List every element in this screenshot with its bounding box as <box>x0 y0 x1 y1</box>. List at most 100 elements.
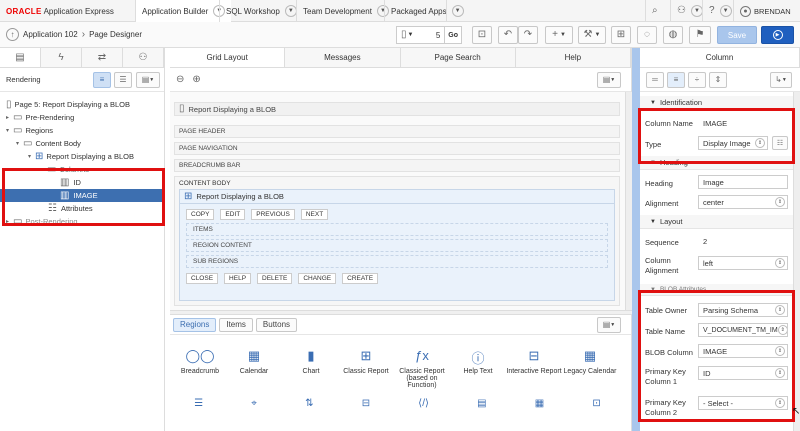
slot-edit[interactable]: EDIT <box>220 209 246 220</box>
tab-processing[interactable]: ⇄ <box>82 48 123 67</box>
component-view-button[interactable]: ☰ <box>114 71 132 88</box>
lines-icon: ≡ <box>673 74 679 84</box>
slot-copy[interactable]: COPY <box>186 209 215 220</box>
gallery-item-legacy-calendar[interactable]: ▦ Legacy Calendar <box>560 348 620 375</box>
save-button[interactable]: Save <box>717 26 757 44</box>
run-button[interactable]: ▶ <box>761 26 794 44</box>
expand-all-button[interactable]: ⇕ <box>709 71 727 88</box>
select-alignment[interactable]: center ⇕ <box>698 195 788 209</box>
utilities-menu-button[interactable]: ⚒ ▼ <box>578 26 606 44</box>
show-common-button[interactable]: ═ <box>646 71 664 88</box>
slot-close[interactable]: CLOSE <box>186 273 219 284</box>
slot-sub-regions[interactable]: SUB REGIONS <box>186 255 608 268</box>
slot-page-header[interactable]: PAGE HEADER <box>174 125 620 138</box>
tab-shared-components[interactable]: ⚇ <box>123 48 164 67</box>
tab-grid-layout[interactable]: Grid Layout <box>170 48 286 67</box>
create-menu-button[interactable]: + ▼ <box>545 26 573 44</box>
grid-icon[interactable]: ▦ <box>535 399 544 409</box>
tab-sql-workshop[interactable]: SQL Workshop ▼ <box>219 0 303 22</box>
gallery-tab-buttons[interactable]: Buttons <box>255 317 298 332</box>
input-heading[interactable]: Image <box>698 175 788 189</box>
team-dev-button[interactable]: ◍ <box>663 26 683 44</box>
slot-page-navigation[interactable]: PAGE NAVIGATION <box>174 142 620 155</box>
tree-icon[interactable]: ⊟ <box>362 399 370 409</box>
tab-packaged-apps[interactable]: Packaged Apps ▼ <box>384 0 470 22</box>
chevron-down-icon: ▼ <box>559 32 566 38</box>
report-region-box[interactable]: ⊞ Report Displaying a BLOB COPY EDIT PREV… <box>179 189 615 301</box>
up-arrow-icon[interactable]: ↑ <box>6 28 19 41</box>
slot-help[interactable]: HELP <box>224 273 252 284</box>
slot-next[interactable]: NEXT <box>300 209 329 220</box>
code-icon[interactable]: ⟨/⟩ <box>418 399 429 409</box>
list-icon[interactable]: ☰ <box>194 399 203 409</box>
tab-messages[interactable]: Messages <box>285 48 401 67</box>
gallery-item-calendar[interactable]: ▦ Calendar <box>224 348 284 375</box>
grid-scrollbar[interactable] <box>625 92 632 310</box>
breadcrumb-app[interactable]: Application 102 <box>23 30 78 39</box>
gallery-item-classic-report-function[interactable]: ƒx Classic Report (based on Function) <box>392 348 452 389</box>
tree-node-report-region[interactable]: ▾ ⊞ Report Displaying a BLOB <box>0 150 164 163</box>
tree-menu-button[interactable]: ▤ ▼ <box>136 71 160 88</box>
select-value: left <box>703 258 714 268</box>
tree-node-content-body[interactable]: ▾ ▭ Content Body <box>0 137 164 150</box>
gallery-item-chart[interactable]: ▮ Chart <box>281 348 341 375</box>
chevron-down-icon[interactable]: ▼ <box>284 5 297 17</box>
user-menu[interactable]: ● BRENDAN <box>733 0 797 22</box>
tab-help[interactable]: Help <box>516 48 631 67</box>
lock-page-button[interactable]: ⊡ <box>472 26 492 44</box>
tab-rendering[interactable]: ▤ <box>0 48 41 67</box>
tab-page-search[interactable]: Page Search <box>401 48 516 67</box>
map-pin-icon[interactable]: ⌖ <box>251 399 257 409</box>
grid-menu-button[interactable]: ▤ ▼ <box>597 71 621 88</box>
tab-team-development[interactable]: Team Development ▼ <box>296 0 395 22</box>
comments-button[interactable]: ◌ <box>637 26 657 44</box>
page-selector[interactable]: ▯ ▼ 5 Go <box>396 26 462 44</box>
cards-icon[interactable]: ⊡ <box>592 399 600 409</box>
chevron-down-icon[interactable]: ▼ <box>451 5 464 17</box>
tree-node-regions[interactable]: ▾ ▭ Regions <box>0 124 164 137</box>
label-line: Column <box>645 256 671 265</box>
page-number-input[interactable]: 5 <box>436 31 440 40</box>
gallery-item-interactive-report[interactable]: ⊟ Interactive Report <box>504 348 564 375</box>
gallery-menu-button[interactable]: ▤ ▼ <box>597 316 621 333</box>
slot-delete[interactable]: DELETE <box>257 273 293 284</box>
gallery-item-help-text[interactable]: ⓘ Help Text <box>448 348 508 375</box>
tab-application-builder[interactable]: Application Builder ▼ <box>135 0 232 22</box>
tab-column[interactable]: Column <box>640 48 800 67</box>
slot-items[interactable]: ITEMS <box>186 223 608 236</box>
tree-node-page[interactable]: ▯ Page 5: Report Displaying a BLOB <box>0 98 164 111</box>
slot-change[interactable]: CHANGE <box>298 273 337 284</box>
input-sequence[interactable]: 2 <box>698 234 788 248</box>
slot-region-content[interactable]: REGION CONTENT <box>186 239 608 252</box>
gallery-item-breadcrumb[interactable]: ◯◯ Breadcrumb <box>170 348 230 375</box>
apex-logo[interactable]: ORACLE Application Express <box>6 0 114 22</box>
gallery-label: Classic Report <box>343 368 389 375</box>
sort-icon[interactable]: ⇅ <box>305 399 313 409</box>
undo-button[interactable]: ↶ <box>498 26 518 44</box>
slot-breadcrumb-bar[interactable]: BREADCRUMB BAR <box>174 159 620 172</box>
slot-content-body[interactable]: CONTENT BODY ⊞ Report Displaying a BLOB C… <box>174 176 620 306</box>
region-report-title[interactable]: ▯ Report Displaying a BLOB <box>174 102 620 116</box>
gallery-item-classic-report[interactable]: ⊞ Classic Report <box>336 348 396 375</box>
collapse-all-button[interactable]: ÷ <box>688 71 706 88</box>
select-column-alignment[interactable]: left ⇕ <box>698 256 788 270</box>
slot-previous[interactable]: PREVIOUS <box>251 209 295 220</box>
report-icon[interactable]: ▤ <box>477 399 486 409</box>
gallery-tab-regions[interactable]: Regions <box>173 317 217 332</box>
search-button[interactable]: ⌕ <box>645 0 664 22</box>
redo-button[interactable]: ↷ <box>518 26 538 44</box>
shared-components-button[interactable]: ⊞ <box>611 26 631 44</box>
go-to-group-button[interactable]: ↳ ▼ <box>770 71 792 88</box>
section-layout[interactable]: ▼ Layout <box>640 215 793 229</box>
tree-view-icon: ≡ <box>99 74 105 84</box>
zoom-in-icon[interactable]: ⊕ <box>192 74 200 85</box>
feedback-button[interactable]: ⚑ <box>689 26 711 44</box>
gallery-tab-items[interactable]: Items <box>219 317 253 332</box>
slot-create[interactable]: CREATE <box>342 273 379 284</box>
tree-node-pre-rendering[interactable]: ▸ ▭ Pre-Rendering <box>0 111 164 124</box>
show-all-button[interactable]: ≡ <box>667 71 685 88</box>
tab-dynamic-actions[interactable]: ϟ <box>41 48 82 67</box>
zoom-out-icon[interactable]: ⊖ <box>176 74 184 85</box>
tree-view-button[interactable]: ≡ <box>93 71 111 88</box>
go-button[interactable]: Go <box>444 27 461 43</box>
